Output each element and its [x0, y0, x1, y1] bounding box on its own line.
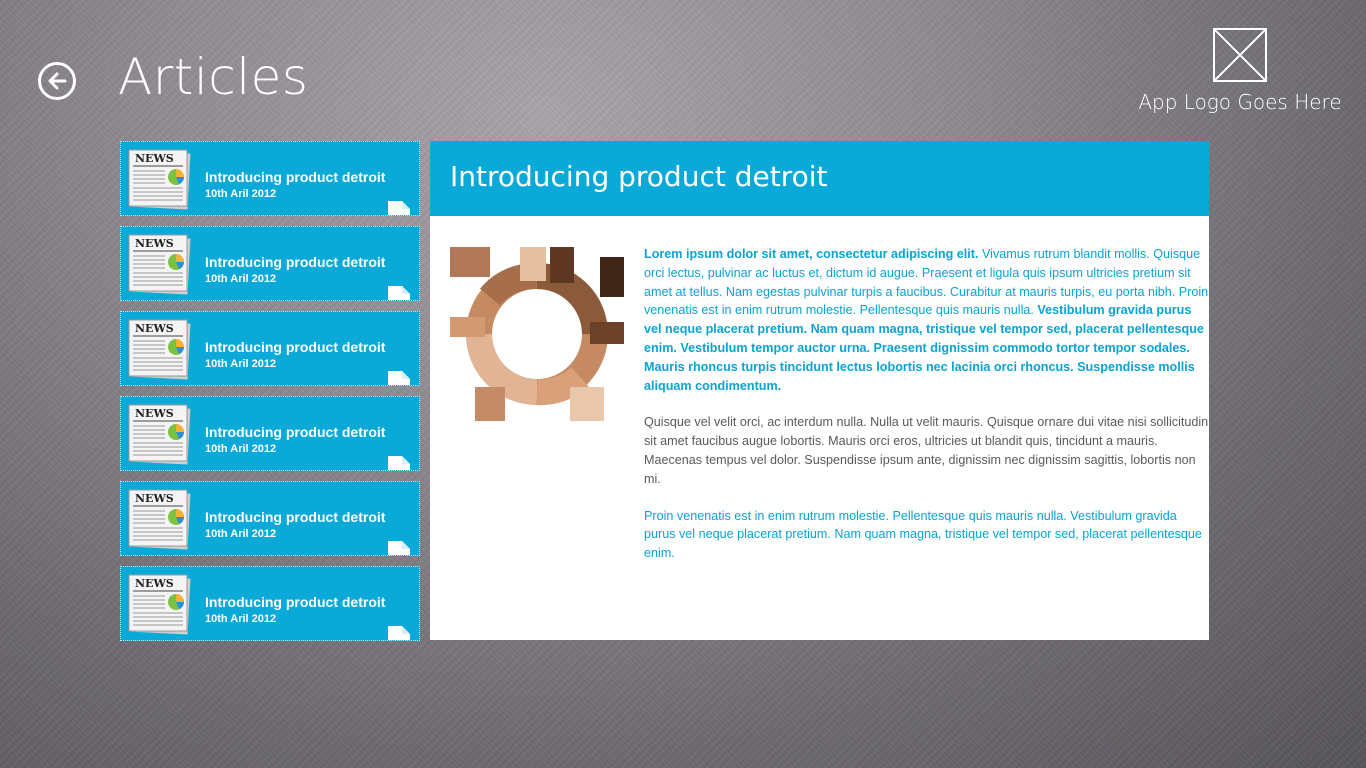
- app-logo: App Logo Goes Here: [1130, 28, 1350, 114]
- corner-fold-icon: [388, 201, 410, 215]
- page-title: Articles: [118, 48, 309, 106]
- detail-header: Introducing product detroit: [430, 141, 1209, 216]
- corner-fold-icon: [388, 286, 410, 300]
- body-paragraph-2: Quisque vel velit orci, ac interdum null…: [644, 415, 1209, 486]
- article-date: 10th Aril 2012: [205, 358, 277, 370]
- article-date: 10th Aril 2012: [205, 528, 277, 540]
- article-list: NEWS Introducing product detroit 10th Ar…: [120, 141, 420, 651]
- article-title: Introducing product detroit: [205, 254, 386, 270]
- article-date: 10th Aril 2012: [205, 188, 277, 200]
- article-title: Introducing product detroit: [205, 594, 386, 610]
- hands-circle-photo: [450, 247, 624, 421]
- body-paragraph-3: Proin venenatis est in enim rutrum moles…: [644, 508, 1202, 561]
- newspaper-icon: NEWS: [128, 319, 191, 380]
- svg-text:NEWS: NEWS: [135, 577, 174, 590]
- logo-text: App Logo Goes Here: [1138, 90, 1342, 114]
- article-title: Introducing product detroit: [205, 424, 386, 440]
- newspaper-icon: NEWS: [128, 234, 191, 295]
- back-button[interactable]: [38, 62, 76, 100]
- svg-text:NEWS: NEWS: [135, 492, 174, 505]
- corner-fold-icon: [388, 456, 410, 470]
- article-detail-panel: Introducing product detroit Lorem ipsum …: [430, 141, 1209, 640]
- article-title: Introducing product detroit: [205, 339, 386, 355]
- article-item[interactable]: NEWS Introducing product detroit 10th Ar…: [120, 226, 420, 301]
- newspaper-icon: NEWS: [128, 489, 191, 550]
- corner-fold-icon: [388, 541, 410, 555]
- image-placeholder-icon: [1213, 28, 1267, 82]
- corner-fold-icon: [388, 626, 410, 640]
- article-date: 10th Aril 2012: [205, 273, 277, 285]
- article-item[interactable]: NEWS Introducing product detroit 10th Ar…: [120, 311, 420, 386]
- newspaper-icon: NEWS: [128, 574, 191, 635]
- detail-title: Introducing product detroit: [450, 160, 828, 193]
- svg-text:NEWS: NEWS: [135, 237, 174, 250]
- article-title: Introducing product detroit: [205, 169, 386, 185]
- back-arrow-icon: [48, 72, 67, 90]
- article-item[interactable]: NEWS Introducing product detroit 10th Ar…: [120, 566, 420, 641]
- article-date: 10th Aril 2012: [205, 443, 277, 455]
- lead-sentence: Lorem ipsum dolor sit amet, consectetur …: [644, 247, 979, 261]
- svg-text:NEWS: NEWS: [135, 407, 174, 420]
- article-item[interactable]: NEWS Introducing product detroit 10th Ar…: [120, 481, 420, 556]
- svg-text:NEWS: NEWS: [135, 322, 174, 335]
- corner-fold-icon: [388, 371, 410, 385]
- svg-text:NEWS: NEWS: [135, 152, 174, 165]
- article-item[interactable]: NEWS Introducing product detroit 10th Ar…: [120, 396, 420, 471]
- newspaper-icon: NEWS: [128, 149, 191, 210]
- newspaper-icon: NEWS: [128, 404, 191, 465]
- article-title: Introducing product detroit: [205, 509, 386, 525]
- article-date: 10th Aril 2012: [205, 613, 277, 625]
- article-body: Lorem ipsum dolor sit amet, consectetur …: [644, 245, 1209, 581]
- article-item[interactable]: NEWS Introducing product detroit 10th Ar…: [120, 141, 420, 216]
- body-paragraph-1: Lorem ipsum dolor sit amet, consectetur …: [644, 245, 1209, 395]
